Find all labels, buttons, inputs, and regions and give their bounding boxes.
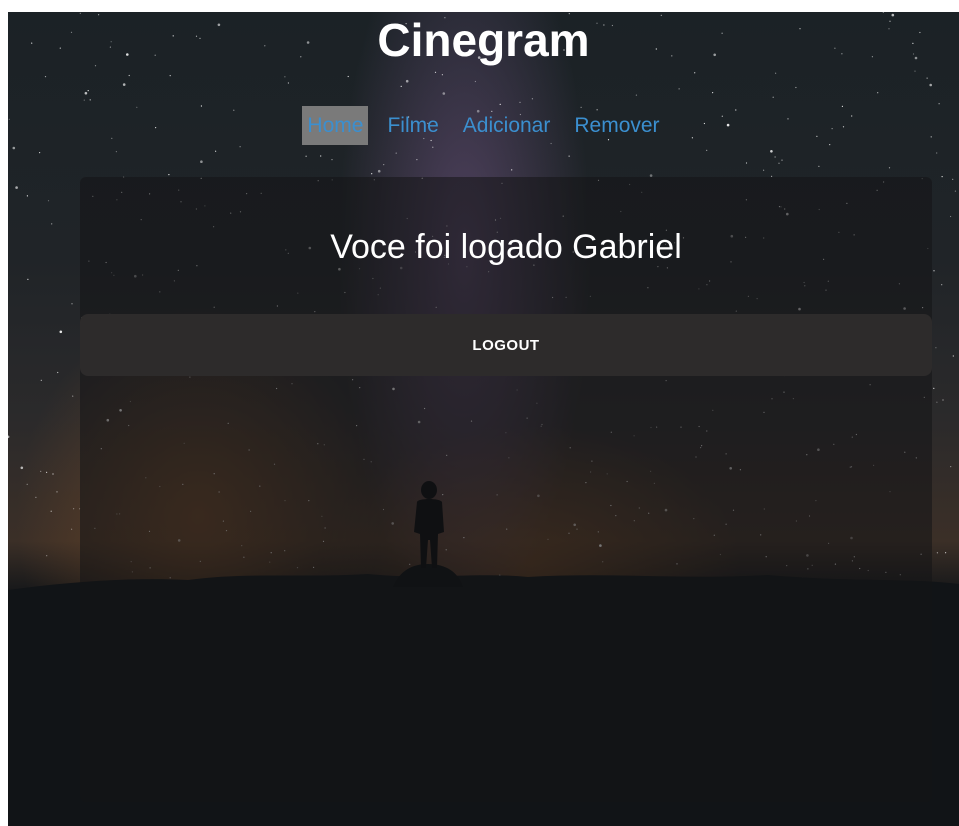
page-viewport: Cinegram Home Filme Adicionar Remover Vo… — [8, 12, 959, 826]
nav-adicionar[interactable]: Adicionar — [458, 106, 556, 145]
content-panel: Voce foi logado Gabriel LOGOUT — [80, 177, 932, 802]
main-navigation: Home Filme Adicionar Remover — [8, 106, 959, 145]
site-title: Cinegram — [377, 14, 590, 66]
nav-remover[interactable]: Remover — [569, 106, 664, 145]
welcome-message: Voce foi logado Gabriel — [330, 228, 682, 266]
logout-button[interactable]: LOGOUT — [80, 314, 932, 376]
nav-filme[interactable]: Filme — [382, 106, 443, 145]
nav-home[interactable]: Home — [302, 106, 369, 145]
